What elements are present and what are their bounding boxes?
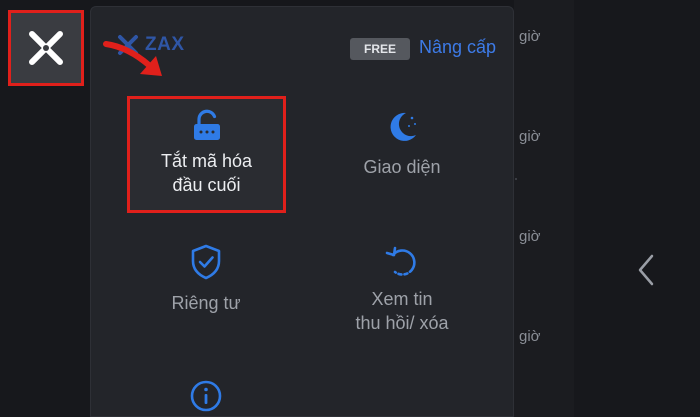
- chat-time: giờ: [519, 28, 541, 45]
- tile-privacy[interactable]: Riêng tư: [131, 243, 281, 315]
- chat-list-background: [514, 0, 574, 417]
- plan-badge: FREE: [350, 38, 410, 60]
- conversation-background: [574, 0, 700, 417]
- info-icon: [190, 380, 222, 412]
- tile-appearance[interactable]: Giao diện: [327, 109, 477, 179]
- tile-label: Riêng tư: [171, 293, 241, 313]
- zax-logo-icon: [29, 31, 63, 65]
- tile-disable-e2e-encryption[interactable]: Tắt mã hóa đầu cuối: [127, 96, 286, 213]
- shield-check-icon: [191, 244, 221, 280]
- tile-view-recalled-messages[interactable]: Xem tin thu hồi/ xóa: [327, 243, 477, 335]
- chat-time: giờ: [519, 228, 541, 245]
- upgrade-link[interactable]: Nâng cấp: [419, 37, 496, 58]
- tile-label: Giao diện: [363, 157, 441, 177]
- tile-label: thu hồi/ xóa: [355, 313, 449, 333]
- moon-icon: [390, 112, 416, 141]
- tile-label: Tắt mã hóa: [160, 151, 253, 171]
- tile-label: đầu cuối: [172, 175, 241, 195]
- chevron-left-icon[interactable]: [632, 250, 662, 290]
- chat-time: giờ: [519, 328, 541, 345]
- unlock-icon: [193, 109, 220, 140]
- tile-label: Xem tin: [371, 289, 433, 309]
- tile-info[interactable]: [131, 379, 281, 417]
- chat-time: giờ: [519, 128, 541, 145]
- extension-button[interactable]: [8, 10, 84, 86]
- separator-dot: [515, 178, 517, 180]
- annotation-arrow-icon: [103, 41, 162, 76]
- restore-icon: [385, 246, 416, 276]
